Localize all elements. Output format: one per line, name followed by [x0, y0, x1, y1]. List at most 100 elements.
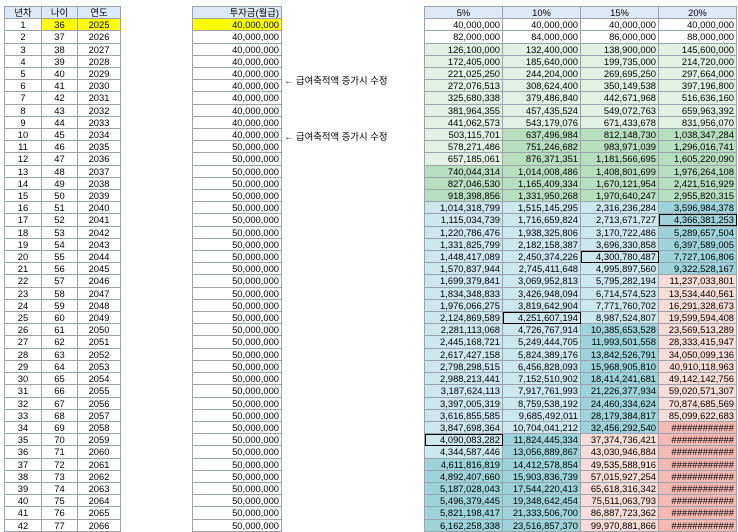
return-cell[interactable]: 983,971,039 — [580, 140, 659, 154]
return-cell[interactable]: 2,988,213,441 — [424, 372, 503, 386]
year-no-cell[interactable]: 26 — [4, 323, 42, 337]
return-cell[interactable]: 40,910,118,963 — [658, 359, 737, 374]
return-cell[interactable]: 99,970,881,866 — [580, 518, 659, 532]
year-no-cell[interactable]: 2 — [4, 30, 42, 44]
return-cell[interactable]: 1,976,264,108 — [658, 164, 737, 178]
return-cell[interactable]: 11,993,501,558 — [580, 335, 659, 349]
year-cell[interactable]: 2028 — [77, 54, 121, 69]
return-cell[interactable]: 751,246,682 — [502, 140, 581, 154]
return-cell[interactable]: 40,000,000 — [424, 18, 503, 32]
return-cell[interactable]: ############ — [658, 506, 737, 520]
year-cell[interactable]: 2032 — [77, 103, 121, 117]
return-cell[interactable]: ############ — [658, 457, 737, 471]
age-cell[interactable]: 45 — [41, 128, 78, 142]
year-no-cell[interactable]: 24 — [4, 298, 42, 313]
investment-cell[interactable]: 40,000,000 — [192, 30, 282, 44]
year-cell[interactable]: 2058 — [77, 420, 121, 435]
year-cell[interactable]: 2035 — [77, 140, 121, 154]
investment-cell[interactable]: 50,000,000 — [192, 335, 282, 349]
return-cell[interactable]: 2,421,516,929 — [658, 176, 737, 191]
return-cell[interactable]: 2,745,411,648 — [502, 262, 581, 276]
investment-cell[interactable]: 40,000,000 — [192, 115, 282, 130]
return-cell[interactable]: 3,596,984,378 — [658, 201, 737, 215]
year-no-cell[interactable]: 17 — [4, 213, 42, 227]
investment-cell[interactable]: 40,000,000 — [192, 54, 282, 69]
year-cell[interactable]: 2051 — [77, 335, 121, 349]
year-cell[interactable]: 2060 — [77, 445, 121, 459]
year-no-cell[interactable]: 11 — [4, 140, 42, 154]
investment-cell[interactable]: 50,000,000 — [192, 262, 282, 276]
year-no-cell[interactable]: 40 — [4, 494, 42, 508]
return-cell[interactable]: 4,726,767,914 — [502, 323, 581, 337]
return-cell[interactable]: 59,020,571,307 — [658, 384, 737, 398]
investment-cell[interactable]: 50,000,000 — [192, 372, 282, 386]
return-cell[interactable]: 70,874,685,569 — [658, 396, 737, 410]
return-cell[interactable]: 11,237,033,801 — [658, 274, 737, 288]
return-cell[interactable]: 185,640,000 — [502, 54, 581, 69]
return-cell[interactable]: 549,072,763 — [580, 103, 659, 117]
return-cell[interactable]: 2,713,671,727 — [580, 213, 659, 227]
age-cell[interactable]: 50 — [41, 189, 78, 203]
year-no-cell[interactable]: 29 — [4, 359, 42, 374]
age-cell[interactable]: 67 — [41, 396, 78, 410]
year-no-cell[interactable]: 10 — [4, 128, 42, 142]
return-cell[interactable]: 2,617,427,158 — [424, 347, 503, 361]
year-cell[interactable]: 2041 — [77, 213, 121, 227]
return-cell[interactable]: 3,170,722,486 — [580, 225, 659, 239]
return-cell[interactable]: 1,834,348,833 — [424, 286, 503, 300]
return-cell[interactable]: 14,412,578,854 — [502, 457, 581, 471]
age-cell[interactable]: 42 — [41, 91, 78, 105]
investment-cell[interactable]: 50,000,000 — [192, 201, 282, 215]
return-cell[interactable]: ############ — [658, 445, 737, 459]
age-cell[interactable]: 36 — [41, 18, 78, 32]
investment-cell[interactable]: 50,000,000 — [192, 225, 282, 239]
return-cell[interactable]: 8,987,524,807 — [580, 311, 659, 325]
return-cell[interactable]: 350,149,538 — [580, 79, 659, 93]
investment-cell[interactable]: 50,000,000 — [192, 433, 282, 447]
year-cell[interactable]: 2064 — [77, 494, 121, 508]
age-cell[interactable]: 71 — [41, 445, 78, 459]
year-no-cell[interactable]: 6 — [4, 79, 42, 93]
return-cell[interactable]: 199,735,000 — [580, 54, 659, 69]
return-cell[interactable]: 16,291,328,673 — [658, 298, 737, 313]
year-cell[interactable]: 2046 — [77, 274, 121, 288]
investment-cell[interactable]: 50,000,000 — [192, 323, 282, 337]
return-cell[interactable]: 244,204,000 — [502, 67, 581, 81]
return-cell[interactable]: 37,374,736,421 — [580, 433, 659, 447]
return-cell[interactable]: 5,289,657,504 — [658, 225, 737, 239]
return-cell[interactable]: 7,727,106,806 — [658, 250, 737, 264]
year-no-cell[interactable]: 25 — [4, 311, 42, 325]
return-cell[interactable]: 1,976,066,275 — [424, 298, 503, 313]
age-cell[interactable]: 59 — [41, 298, 78, 313]
return-cell[interactable]: 1,970,640,247 — [580, 189, 659, 203]
return-cell[interactable]: 40,000,000 — [502, 18, 581, 32]
year-cell[interactable]: 2036 — [77, 152, 121, 166]
year-no-cell[interactable]: 28 — [4, 347, 42, 361]
year-no-cell[interactable]: 31 — [4, 384, 42, 398]
year-cell[interactable]: 2033 — [77, 115, 121, 130]
year-no-cell[interactable]: 39 — [4, 481, 42, 496]
return-cell[interactable]: 4,090,083,282 — [424, 433, 503, 447]
age-cell[interactable]: 55 — [41, 250, 78, 264]
return-cell[interactable]: 5,795,282,194 — [580, 274, 659, 288]
return-cell[interactable]: 82,000,000 — [424, 30, 503, 44]
header-investment[interactable]: 투자금(월급) — [192, 5, 282, 20]
year-cell[interactable]: 2039 — [77, 189, 121, 203]
return-cell[interactable]: 57,015,927,254 — [580, 469, 659, 483]
return-cell[interactable]: 5,496,379,445 — [424, 494, 503, 508]
year-no-cell[interactable]: 19 — [4, 237, 42, 252]
return-cell[interactable]: 1,331,825,799 — [424, 237, 503, 252]
header-rate[interactable]: 5% — [424, 5, 503, 20]
year-cell[interactable]: 2057 — [77, 408, 121, 422]
investment-cell[interactable]: 40,000,000 — [192, 42, 282, 56]
return-cell[interactable]: 6,714,574,523 — [580, 286, 659, 300]
year-cell[interactable]: 2050 — [77, 323, 121, 337]
return-cell[interactable]: 1,165,409,334 — [502, 176, 581, 191]
year-cell[interactable]: 2049 — [77, 311, 121, 325]
year-no-cell[interactable]: 38 — [4, 469, 42, 483]
return-cell[interactable]: ############ — [658, 469, 737, 483]
age-cell[interactable]: 37 — [41, 30, 78, 44]
age-cell[interactable]: 75 — [41, 494, 78, 508]
year-cell[interactable]: 2044 — [77, 250, 121, 264]
age-cell[interactable]: 68 — [41, 408, 78, 422]
